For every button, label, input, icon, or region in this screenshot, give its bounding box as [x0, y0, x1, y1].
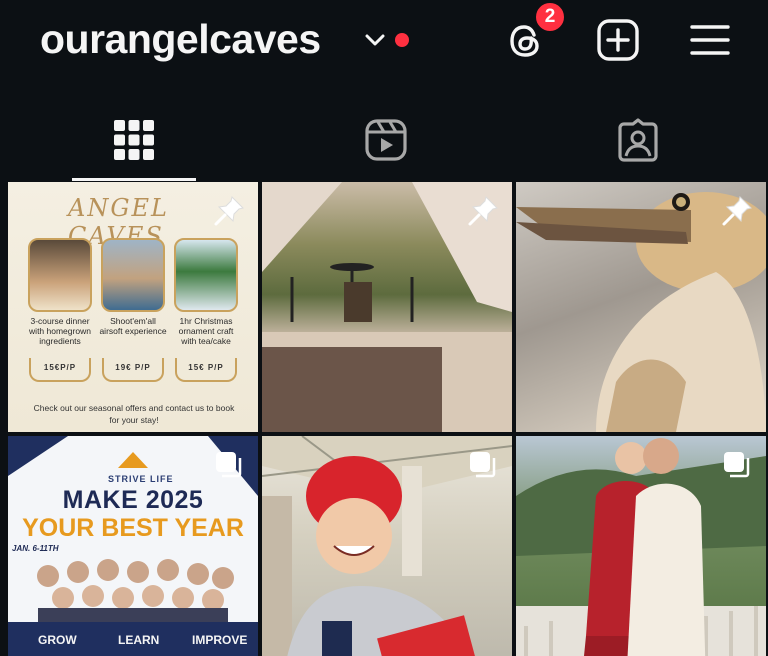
- tab-grid[interactable]: [6, 100, 262, 182]
- offer-caption: Shoot'em'all airsoft experience: [99, 316, 167, 336]
- posts-grid: ANGEL CAVES 3-course dinner with homegro…: [0, 182, 768, 656]
- carousel-icon: [470, 452, 496, 478]
- unread-dot: [395, 33, 409, 47]
- post-bird-photo[interactable]: [516, 182, 766, 432]
- pin-icon: [214, 196, 244, 226]
- theme-word: GROW: [38, 633, 77, 647]
- post-tent-photo[interactable]: [262, 182, 512, 432]
- offer-image-ornament: [174, 238, 238, 312]
- post-footer-text: Check out our seasonal offers and contac…: [33, 403, 235, 425]
- active-tab-indicator: [72, 178, 196, 181]
- headline-line2: YOUR BEST YEAR: [22, 514, 244, 542]
- offer-price: 19€ P/P: [102, 358, 164, 382]
- username-switcher[interactable]: ourangelcaves: [40, 16, 321, 63]
- brand-label: STRIVE LIFE: [108, 474, 174, 484]
- chevron-down-icon[interactable]: [364, 32, 386, 48]
- new-post-icon[interactable]: [596, 18, 640, 62]
- post-angel-caves-offers[interactable]: ANGEL CAVES 3-course dinner with homegro…: [8, 182, 258, 432]
- offer-image-airsoft: [101, 238, 165, 312]
- pin-icon: [722, 196, 752, 226]
- offer-price: 15€ P/P: [175, 358, 237, 382]
- menu-icon[interactable]: [690, 22, 730, 58]
- tab-reels[interactable]: [258, 100, 514, 182]
- pin-icon: [468, 196, 498, 226]
- offer-price: 15€P/P: [29, 358, 91, 382]
- post-skating-child[interactable]: [262, 436, 512, 656]
- post-make-2025[interactable]: STRIVE LIFE MAKE 2025 YOUR BEST YEAR JAN…: [8, 436, 258, 656]
- reels-icon: [365, 119, 407, 161]
- offer-caption: 3-course dinner with homegrown ingredien…: [29, 316, 91, 346]
- theme-word: IMPROVE: [192, 633, 248, 647]
- post-couple-photo[interactable]: [516, 436, 766, 656]
- carousel-icon: [724, 452, 750, 478]
- carousel-icon: [216, 452, 242, 478]
- grid-icon: [114, 120, 154, 160]
- headline-line1: MAKE 2025: [62, 486, 204, 514]
- profile-header: ourangelcaves 2: [0, 0, 768, 88]
- offer-caption: 1hr Christmas ornament craft with tea/ca…: [178, 316, 234, 346]
- people-group-image: [37, 559, 234, 628]
- profile-tabs: [0, 100, 768, 182]
- notification-badge: 2: [533, 0, 567, 34]
- theme-word: LEARN: [118, 633, 160, 647]
- offer-image-dinner: [28, 238, 92, 312]
- tab-tagged[interactable]: [510, 100, 766, 182]
- tagged-icon: [618, 118, 658, 162]
